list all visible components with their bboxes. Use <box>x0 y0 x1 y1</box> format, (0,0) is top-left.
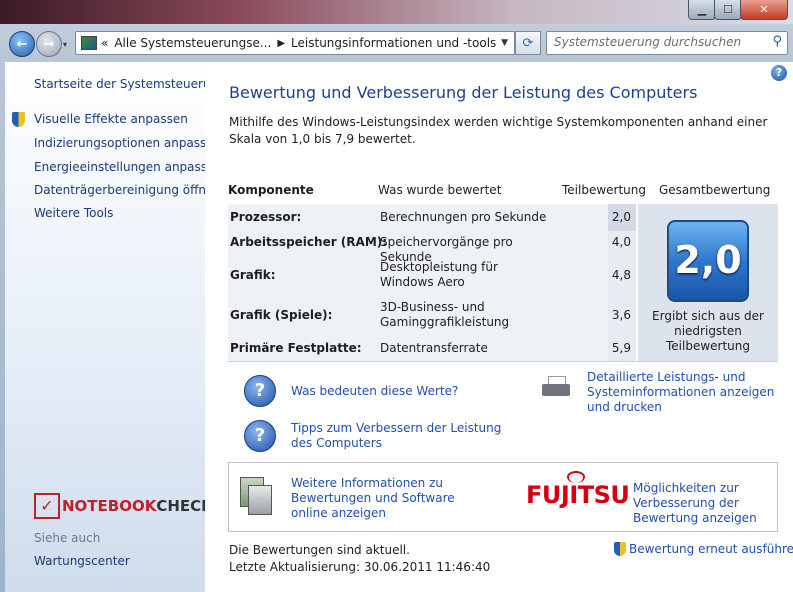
search-icon[interactable]: ⚲ <box>772 34 782 49</box>
header-rated: Was wurde bewertet <box>378 183 502 197</box>
what-mean-row[interactable]: ? Was bedeuten diese Werte? <box>244 375 458 407</box>
title-bar: ▁ ☐ ✕ <box>0 0 793 24</box>
subscore-value: 3,6 <box>611 308 631 322</box>
software-monitor-icon <box>240 475 272 515</box>
vendor-info-box: Weitere Informationen zu Bewertungen und… <box>228 462 778 532</box>
main-content: ? Bewertung und Verbesserung der Leistun… <box>205 62 793 592</box>
monitor-front <box>248 485 272 515</box>
help-icon[interactable]: ? <box>771 65 787 81</box>
search-box[interactable]: ⚲ <box>546 31 788 55</box>
sidebar-link-visual-effects[interactable]: Visuelle Effekte anpassen <box>34 112 188 126</box>
sidebar-link-power[interactable]: Energieeinstellungen anpassen <box>34 160 222 174</box>
notebookcheck-logo: ✓ NOTEBOOK CHECK <box>34 493 213 519</box>
rerun-label[interactable]: Bewertung erneut ausführen <box>629 542 793 556</box>
status-line-current: Die Bewertungen sind aktuell. <box>229 543 410 557</box>
header-basescore: Gesamtbewertung <box>659 183 771 197</box>
sidebar-link-action-center[interactable]: Wartungscenter <box>34 554 130 568</box>
forward-button[interactable]: → <box>36 31 62 57</box>
window: ▁ ☐ ✕ ← → ▾ « Alle Systemsteuerungse... … <box>0 0 793 592</box>
component-label: Grafik: <box>230 268 276 282</box>
help-question-icon: ? <box>244 420 276 452</box>
component-label: Grafik (Spiele): <box>230 308 333 322</box>
help-question-icon: ? <box>244 375 276 407</box>
rerun-assessment-link[interactable]: Bewertung erneut ausführen <box>614 542 793 556</box>
link-detailed-info[interactable]: Detaillierte Leistungs- und Systeminform… <box>587 370 783 415</box>
subscore-value: 4,8 <box>611 268 631 282</box>
sidebar-link-indexing[interactable]: Indizierungsoptionen anpassen <box>34 136 221 150</box>
rated-value: Datentransferrate <box>380 341 488 355</box>
fujitsu-logo: FUJITSU <box>526 481 630 509</box>
navigation-bar: ← → ▾ « Alle Systemsteuerungse... ▶ Leis… <box>0 24 793 62</box>
sidebar-link-disk-cleanup[interactable]: Datenträgerbereinigung öffnen <box>34 183 221 197</box>
tips-row[interactable]: ? Tipps zum Verbessern der Leistung des … <box>244 420 511 452</box>
recent-pages-dropdown-icon[interactable]: ▾ <box>63 40 67 49</box>
base-score-caption: Ergibt sich aus der niedrigsten Teilbewe… <box>652 309 764 353</box>
base-score-badge: 2,0 <box>667 220 749 302</box>
table-divider <box>228 361 778 362</box>
page-description: Mithilfe des Windows-Leistungsindex werd… <box>229 115 768 146</box>
status-line-updated: Letzte Aktualisierung: 30.06.2011 11:46:… <box>229 560 491 574</box>
logo-text-notebook: NOTEBOOK <box>62 497 157 515</box>
page-title: Bewertung und Verbesserung der Leistung … <box>229 83 698 102</box>
link-what-mean[interactable]: Was bedeuten diese Werte? <box>291 384 458 399</box>
header-component: Komponente <box>228 183 314 197</box>
close-button[interactable]: ✕ <box>740 0 788 20</box>
breadcrumb-separator-icon[interactable]: ▶ <box>277 38 285 49</box>
see-also-heading: Siehe auch <box>34 531 101 545</box>
checkmark-icon: ✓ <box>34 493 60 519</box>
rated-value: 3D-Business- und Gaminggrafikleistung <box>380 300 510 329</box>
breadcrumb-overflow-icon[interactable]: « <box>101 36 108 50</box>
subscore-value: 4,0 <box>611 235 631 249</box>
minimize-button[interactable]: ▁ <box>688 0 716 20</box>
link-software-online[interactable]: Weitere Informationen zu Bewertungen und… <box>291 476 491 521</box>
sidebar: Startseite der Systemsteuerung Visuelle … <box>5 62 226 592</box>
uac-shield-icon <box>614 542 626 556</box>
score-table: Komponente Was wurde bewertet Teilbewert… <box>228 177 778 362</box>
control-panel-icon <box>81 36 97 50</box>
breadcrumb-item[interactable]: Alle Systemsteuerungse... <box>114 36 271 50</box>
back-button[interactable]: ← <box>9 31 35 57</box>
breadcrumb-item[interactable]: Leistungsinformationen und -tools <box>291 36 496 50</box>
maximize-button[interactable]: ☐ <box>714 0 742 20</box>
component-label: Arbeitsspeicher (RAM): <box>230 235 388 249</box>
sidebar-link-home[interactable]: Startseite der Systemsteuerung <box>34 77 226 91</box>
sidebar-link-more-tools[interactable]: Weitere Tools <box>34 206 113 220</box>
status-text: Die Bewertungen sind aktuell. Letzte Akt… <box>229 542 490 576</box>
rated-value: Berechnungen pro Sekunde <box>380 210 547 224</box>
search-input[interactable] <box>547 32 762 52</box>
address-bar[interactable]: « Alle Systemsteuerungse... ▶ Leistungsi… <box>75 31 515 55</box>
refresh-button[interactable]: ⟳ <box>515 31 541 55</box>
printer-icon <box>540 374 572 402</box>
link-vendor-improve[interactable]: Möglichkeiten zur Verbesserung der Bewer… <box>633 481 773 526</box>
link-tips[interactable]: Tipps zum Verbessern der Leistung des Co… <box>291 421 511 451</box>
subscore-value: 2,0 <box>611 210 631 224</box>
subscore-value: 5,9 <box>611 341 631 355</box>
rated-value: Desktopleistung für Windows Aero <box>380 260 498 289</box>
address-dropdown-icon[interactable]: ▼ <box>501 38 508 48</box>
component-label: Prozessor: <box>230 210 302 224</box>
component-label: Primäre Festplatte: <box>230 341 362 355</box>
base-score-panel: 2,0 Ergibt sich aus der niedrigsten Teil… <box>638 204 778 362</box>
printer-body <box>542 384 570 396</box>
header-subscore: Teilbewertung <box>562 183 647 197</box>
uac-shield-icon <box>12 112 25 127</box>
